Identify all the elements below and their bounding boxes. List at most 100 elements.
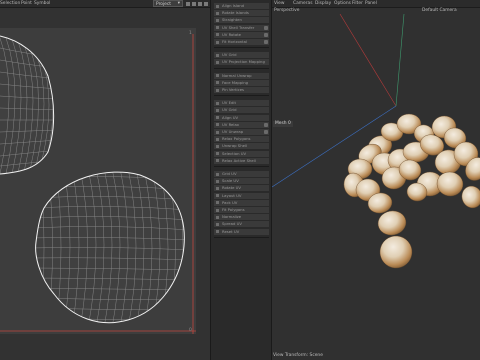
tool-row[interactable]: Relax Polygons (214, 136, 269, 143)
tool-row[interactable]: Face Mapping (214, 79, 269, 86)
toggle-checkbox[interactable] (264, 40, 268, 44)
menu-filter[interactable]: Filter (352, 1, 363, 7)
uv-menubar: Selection Point Symbol Project ▾ (0, 0, 210, 8)
tool-row-label: Relax Active Shell (222, 157, 256, 163)
tool-row[interactable]: Pack UV (214, 199, 269, 206)
tool-row[interactable]: Align Island (214, 3, 269, 9)
tool-icon (216, 222, 219, 226)
tool-group-divider (214, 47, 269, 49)
pebble-cluster[interactable] (342, 113, 480, 270)
tool-row[interactable]: UV Rotate (214, 31, 269, 38)
rotate-icon[interactable] (192, 2, 196, 6)
tool-group-divider (214, 67, 269, 69)
menu-options[interactable]: Options (334, 1, 351, 7)
tool-row-label: Layout UV (222, 192, 242, 198)
tool-group-divider (214, 95, 269, 97)
uv-canvas[interactable] (0, 28, 196, 334)
tool-icon (216, 144, 219, 148)
tool-row[interactable]: Spread UV (214, 221, 269, 228)
toggle-checkbox[interactable] (264, 130, 268, 134)
menu-point[interactable]: Point (21, 1, 32, 7)
mesh-tag: Mesh 0 (273, 121, 293, 127)
tool-group-divider (214, 236, 269, 238)
tool-row[interactable]: Straighten (214, 17, 269, 24)
tool-row[interactable]: Pin Vertices (214, 87, 269, 93)
tool-row-label: Unwrap Shell (222, 143, 248, 149)
tool-row[interactable]: Rotate UV (214, 185, 269, 192)
tool-row[interactable]: Fit Polygons (214, 207, 269, 213)
uv-toolbar-icons (186, 1, 208, 7)
tool-row-label: Straighten (222, 17, 242, 23)
menu-selection[interactable]: Selection (0, 1, 20, 7)
tool-icon (216, 208, 219, 212)
tool-row-label: Fit Horizontal (222, 39, 248, 44)
tool-row-label: UV Relax (222, 121, 240, 127)
tool-row-label: UV Edit (222, 100, 236, 106)
menu-panel[interactable]: Panel (365, 1, 377, 7)
tool-row[interactable]: UV Grid (214, 52, 269, 59)
tool-row[interactable]: UV Grid (214, 107, 269, 114)
move-icon[interactable] (186, 2, 190, 6)
viewport-menubar: View Cameras Display Options Filter Pane… (272, 0, 480, 8)
tool-row-label: Spread UV (222, 221, 242, 227)
viewport-panel: View Cameras Display Options Filter Pane… (272, 0, 480, 360)
tool-row[interactable]: Fit Horizontal (214, 39, 269, 45)
tool-icon (216, 116, 219, 120)
tool-row[interactable]: Reset UV (214, 228, 269, 235)
tool-row[interactable]: Normalize (214, 214, 269, 221)
tool-row[interactable]: Rotate Islands (214, 10, 269, 17)
tool-row-label: Rotate UV (222, 185, 242, 191)
uv-axis-label-bottom: 0 (189, 328, 192, 333)
tool-row-label: Face Mapping (222, 79, 249, 85)
settings-icon[interactable] (204, 2, 208, 6)
tool-row-label: Pin Vertices (222, 87, 245, 92)
tool-row[interactable]: UV Projection Mapping (214, 59, 269, 66)
tool-row-label: Rotate Islands (222, 10, 249, 16)
tool-row-label: Normal Unwrap (222, 72, 252, 78)
pebble-mesh[interactable] (435, 170, 465, 198)
tool-icon (216, 81, 219, 85)
tool-row-label: Grid UV (222, 171, 237, 176)
menu-view[interactable]: View (274, 1, 284, 7)
tool-row[interactable]: Align UV (214, 114, 269, 121)
tool-icon (216, 152, 219, 156)
tool-row[interactable]: UV Unwrap (214, 129, 269, 135)
viewport-3d-view[interactable] (272, 14, 480, 352)
tool-row-label: UV Grid (222, 52, 237, 58)
tool-row[interactable]: Normal Unwrap (214, 72, 269, 79)
tool-icon (216, 230, 219, 234)
pebble-mesh[interactable] (379, 235, 414, 270)
tool-icon (216, 172, 219, 176)
menu-cameras[interactable]: Cameras (293, 1, 313, 7)
tool-icon (216, 159, 219, 163)
tool-icon (216, 18, 219, 22)
toggle-checkbox[interactable] (264, 122, 268, 127)
tool-row-label: Fit Polygons (222, 207, 245, 212)
scale-icon[interactable] (198, 2, 202, 6)
x-axis-line (339, 14, 397, 107)
tool-row[interactable]: Relax Active Shell (214, 157, 269, 164)
tool-icon (216, 40, 219, 44)
tool-row[interactable]: Unwrap Shell (214, 143, 269, 150)
tool-row[interactable]: UV Shell Transfer (214, 24, 269, 31)
toggle-checkbox[interactable] (264, 32, 268, 37)
status-bar: View Transform: Scene (273, 353, 323, 358)
menu-symbol[interactable]: Symbol (34, 1, 50, 7)
tool-row[interactable]: Layout UV (214, 192, 269, 199)
tool-icon (216, 179, 219, 183)
toggle-checkbox[interactable] (264, 25, 268, 30)
tool-row[interactable]: Scale UV (214, 178, 269, 185)
tool-icon (216, 186, 219, 190)
uv-mode-select[interactable]: Project ▾ (153, 0, 183, 7)
tool-icon (216, 11, 219, 15)
tool-row[interactable]: UV Relax (214, 121, 269, 128)
menu-display[interactable]: Display (315, 1, 331, 7)
tool-row[interactable]: UV Edit (214, 100, 269, 107)
tool-row-label: Pack UV (222, 199, 238, 205)
tool-icon (216, 201, 219, 205)
tool-row[interactable]: Selection UV (214, 150, 269, 157)
tool-row-label: Align Island (222, 3, 245, 8)
tool-row[interactable]: Grid UV (214, 171, 269, 177)
tool-row-label: UV Unwrap (222, 129, 244, 134)
tool-icon (216, 88, 219, 92)
